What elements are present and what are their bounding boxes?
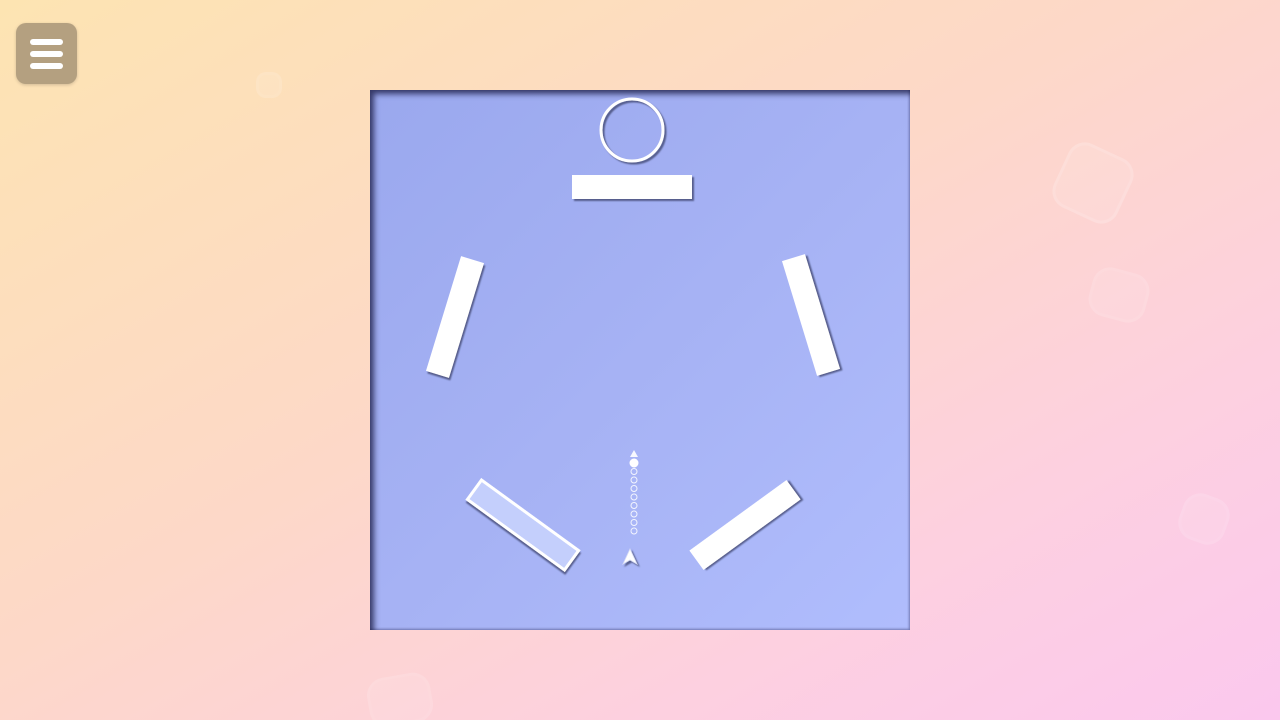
menu-button[interactable]: [16, 23, 77, 84]
aim-dot: [630, 502, 638, 509]
game-board[interactable]: [370, 90, 910, 630]
board-canvas: [425, 97, 841, 573]
block-upper-right[interactable]: [781, 254, 841, 376]
goal-ring: [599, 97, 665, 163]
block-top[interactable]: [572, 175, 692, 199]
aim-dot: [630, 527, 638, 535]
block-lower-left-target[interactable]: [465, 477, 581, 573]
background-decoration: [256, 72, 282, 98]
aim-dot: [630, 519, 638, 526]
aim-tip-icon: [630, 450, 638, 457]
arrow-up-icon[interactable]: [622, 548, 638, 565]
aim-dot: [630, 510, 638, 518]
aim-dot: [630, 485, 638, 492]
aim-dot: [630, 468, 638, 475]
aim-dot: [630, 476, 638, 484]
game-screen: [0, 0, 1280, 720]
background-decoration: [364, 669, 436, 720]
block-lower-right[interactable]: [689, 480, 801, 570]
background-decoration: [1084, 263, 1154, 327]
aim-dot: [630, 493, 638, 501]
aim-trajectory: [629, 458, 639, 535]
aim-dot: [629, 458, 639, 468]
background-decoration: [1173, 488, 1235, 550]
background-decoration: [1046, 136, 1140, 230]
block-upper-left[interactable]: [425, 256, 485, 378]
